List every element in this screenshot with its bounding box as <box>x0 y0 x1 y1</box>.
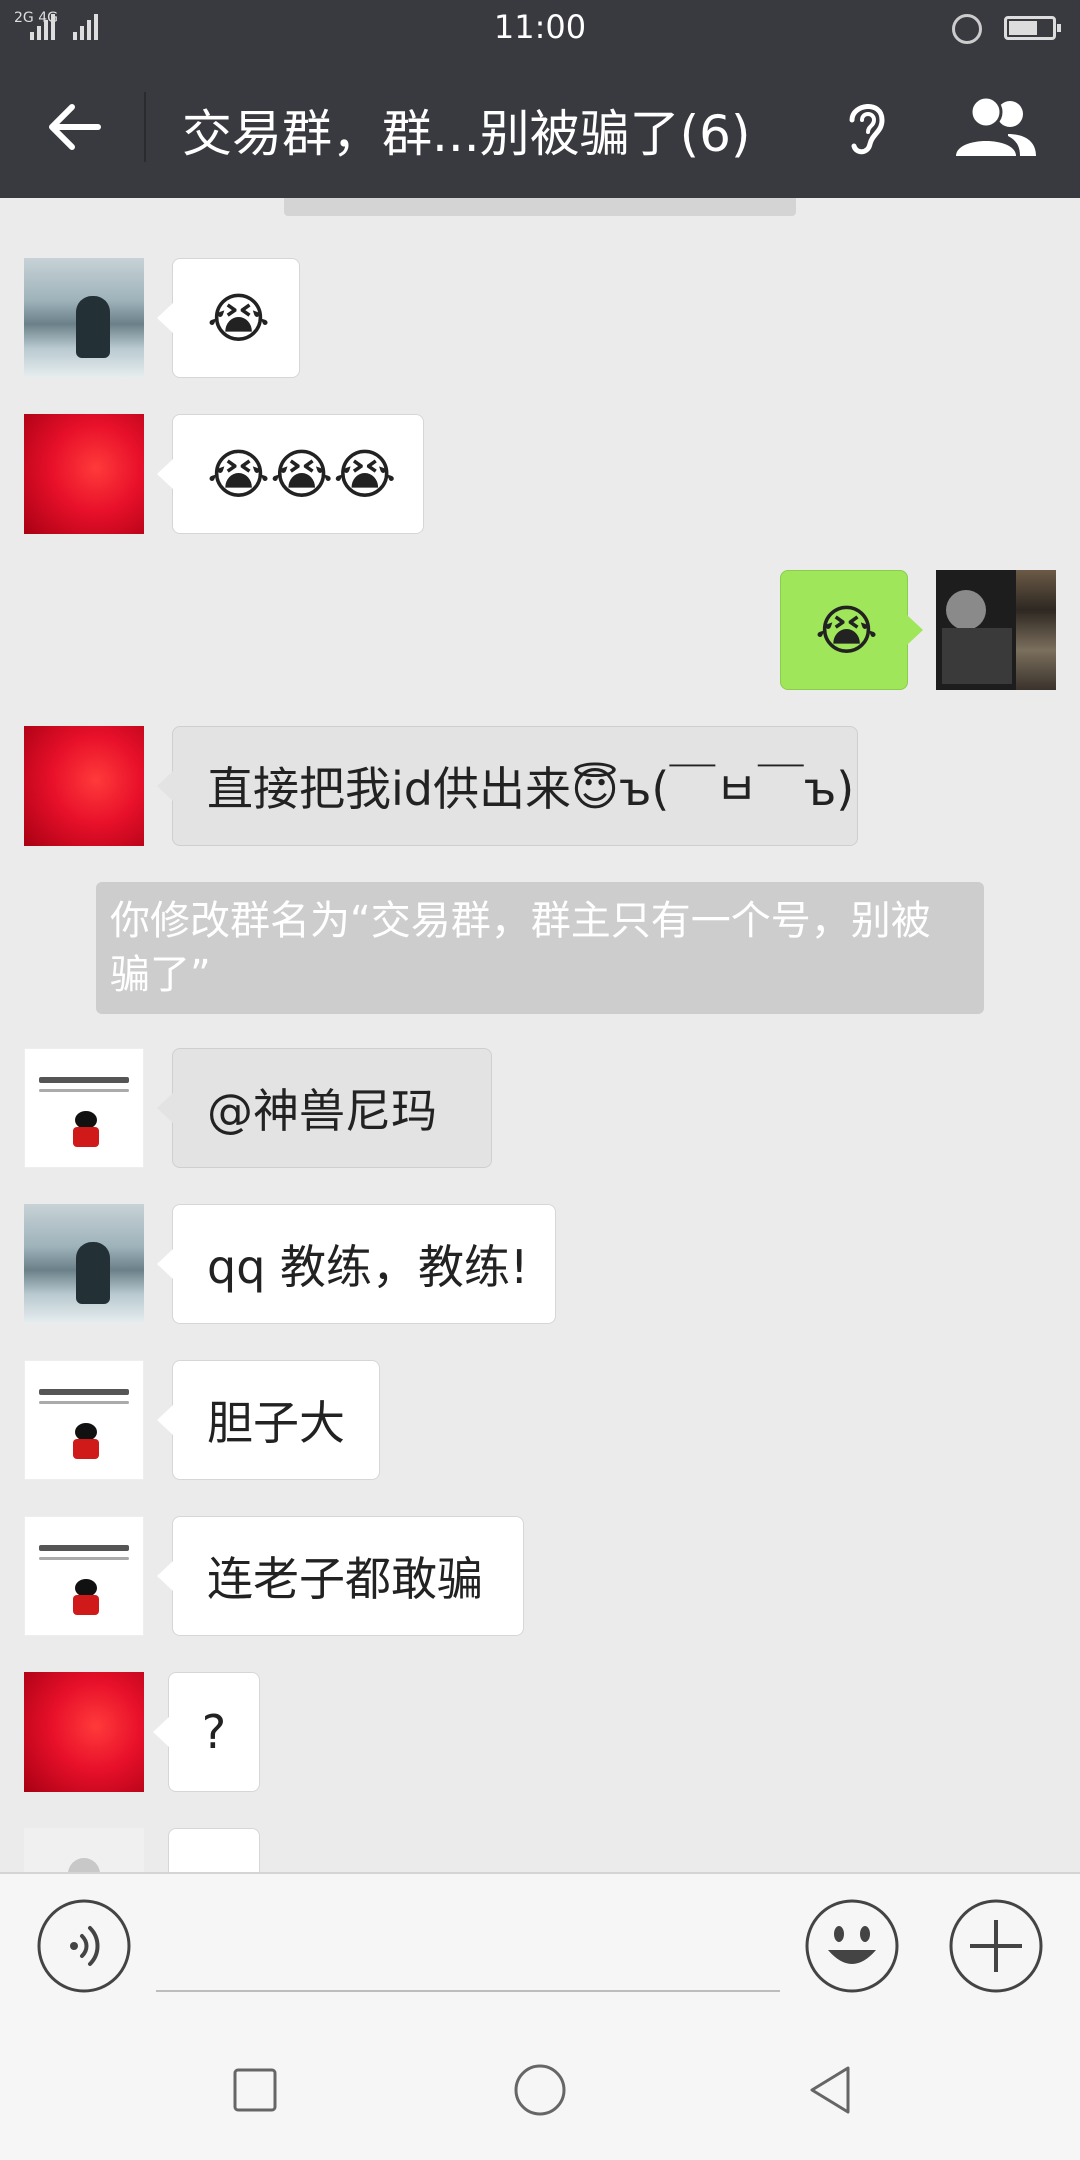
avatar[interactable] <box>24 726 144 846</box>
message-bubble[interactable]: 😭😭😭 <box>157 414 424 534</box>
back-button[interactable] <box>40 92 110 162</box>
message-bubble[interactable]: 😭 <box>157 258 300 378</box>
circle-nav-icon <box>514 2064 566 2116</box>
my-avatar[interactable] <box>936 570 1056 690</box>
status-bar: 2G 4G 11:00 <box>0 0 1080 56</box>
message-bubble[interactable]: @神兽尼玛 <box>157 1048 492 1168</box>
group-title[interactable]: 交易群，群...别被骗了(6) <box>182 94 751 166</box>
system-message-partial <box>284 198 796 216</box>
system-message: 你修改群名为“交易群，群主只有一个号，别被骗了” <box>96 882 984 1014</box>
emoji-button[interactable] <box>804 1898 900 1994</box>
ear-icon <box>849 104 885 155</box>
avatar[interactable] <box>24 1048 144 1168</box>
input-bar <box>0 1872 1080 2016</box>
message-input[interactable] <box>156 1990 780 1992</box>
home-button[interactable] <box>510 2060 570 2120</box>
back-nav-button[interactable] <box>800 2060 860 2120</box>
header-divider <box>144 92 146 162</box>
avatar[interactable] <box>24 1828 144 1872</box>
clock: 11:00 <box>493 8 587 46</box>
battery-icon <box>1004 16 1061 40</box>
system-navigation-bar <box>0 2016 1080 2160</box>
message-bubble[interactable]: ? <box>153 1672 260 1792</box>
message-text: 😭 <box>207 286 271 350</box>
voice-input-button[interactable] <box>36 1898 132 1994</box>
rotation-lock-icon <box>952 14 982 44</box>
avatar[interactable] <box>24 258 144 378</box>
message-text: @神兽尼玛 <box>207 1084 437 1138</box>
avatar[interactable] <box>24 1516 144 1636</box>
message-bubble[interactable]: qq 教练，教练! <box>157 1204 556 1324</box>
voice-icon <box>37 1899 131 1993</box>
message-text: 直接把我id供出来😇ъ(￣ㅂ￣ъ) <box>207 762 855 816</box>
triangle-back-nav-icon <box>810 2066 850 2114</box>
message-text: ? <box>201 1705 227 1759</box>
arrow-left-icon <box>49 104 101 150</box>
chat-header: 交易群，群...别被骗了(6) <box>0 56 1080 198</box>
avatar[interactable] <box>24 414 144 534</box>
more-actions-button[interactable] <box>948 1898 1044 1994</box>
message-bubble[interactable]: 直接把我id供出来😇ъ(￣ㅂ￣ъ) <box>157 726 858 846</box>
message-text: 😭😭😭 <box>207 442 397 506</box>
message-text: 连老子都敢骗 <box>207 1552 483 1606</box>
message-bubble[interactable]: 连老子都敢骗 <box>157 1516 524 1636</box>
recent-apps-button[interactable] <box>225 2060 285 2120</box>
message-text: qq 教练，教练! <box>207 1240 529 1294</box>
earpiece-mode-button[interactable] <box>836 90 896 160</box>
group-people-icon <box>956 95 1036 156</box>
avatar[interactable] <box>24 1360 144 1480</box>
avatar[interactable] <box>24 1204 144 1324</box>
square-nav-icon <box>233 2068 277 2112</box>
group-info-button[interactable] <box>950 92 1040 162</box>
plus-icon <box>949 1899 1043 1993</box>
message-bubble[interactable]: 胆子大 <box>157 1360 380 1480</box>
message-text: 😭 <box>815 598 879 662</box>
avatar[interactable] <box>24 1672 144 1792</box>
emoji-smile-icon <box>805 1899 899 1993</box>
my-message-bubble[interactable]: 😭 <box>780 570 923 690</box>
chat-area[interactable]: 😭 😭😭😭 😭 直接把我id供出来😇ъ(￣ㅂ￣ъ) 你修改群名为“交易群，群主只… <box>0 198 1080 1872</box>
message-bubble-partial[interactable] <box>168 1828 260 1872</box>
message-text: 胆子大 <box>207 1396 345 1450</box>
